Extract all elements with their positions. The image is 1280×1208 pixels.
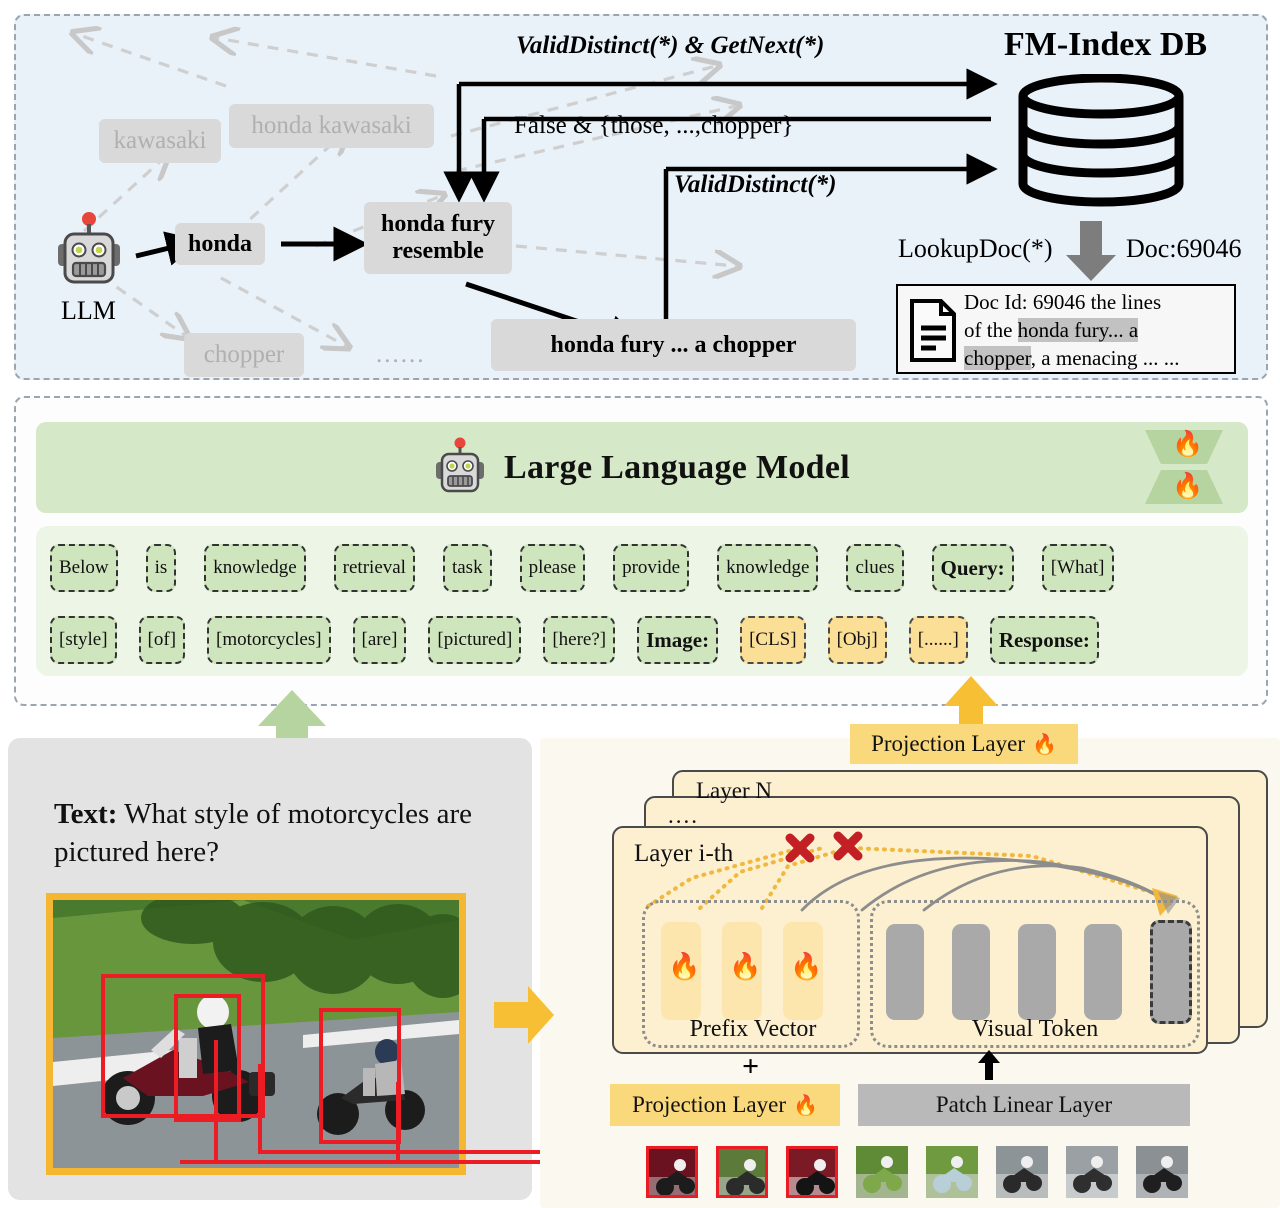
prefix-slot: 🔥	[722, 922, 762, 1020]
token-row-1: Below is knowledge retrieval task please provi…	[50, 544, 1142, 592]
llm-label: LLM	[61, 296, 116, 325]
prompt-token[interactable]: [Obj]	[827, 616, 887, 664]
image-patch	[646, 1146, 698, 1198]
retrieved-document-card: Doc Id: 69046 the lines of the honda fur…	[896, 284, 1236, 374]
visual-slot-attended	[1150, 920, 1192, 1024]
image-patch	[996, 1146, 1048, 1198]
beam-candidate-honda-kawasaki: honda kawasaki	[229, 104, 434, 148]
flame-icon: 🔥	[1172, 473, 1204, 500]
robot-icon	[54, 212, 124, 292]
beam-candidate-chopper: chopper	[184, 333, 304, 377]
lookup-doc-arrow-icon	[1066, 221, 1116, 281]
prompt-token[interactable]: [pictured]	[428, 616, 522, 664]
plus-marker: +	[742, 1050, 760, 1083]
document-icon	[910, 299, 956, 362]
image-patch	[716, 1146, 768, 1198]
prompt-token[interactable]: Response:	[989, 616, 1099, 664]
prompt-token[interactable]: [here?]	[543, 616, 616, 664]
beam-node-honda: honda	[175, 223, 265, 265]
image-patch	[1136, 1146, 1188, 1198]
token-row-2: [style] [of] [motorcycles] [are] [pictured] […	[50, 616, 1121, 664]
prompt-token[interactable]: [style]	[50, 616, 117, 664]
prompt-token[interactable]: [are]	[352, 616, 407, 664]
patch-linear-layer: Patch Linear Layer	[858, 1084, 1190, 1126]
fm-index-retrieval-panel: LLM kawasaki honda kawasaki chopper ....…	[14, 14, 1268, 380]
beam-candidate-kawasaki: kawasaki	[99, 119, 221, 163]
prompt-token[interactable]: please	[519, 544, 586, 592]
prompt-token[interactable]: Below	[50, 544, 118, 592]
input-image	[46, 893, 466, 1175]
flame-icon: 🔥	[668, 952, 701, 981]
beam-node-honda-fury-chopper: honda fury ... a chopper	[491, 319, 856, 371]
lookup-doc-label: LookupDoc(*)	[898, 234, 1053, 263]
llm-panel: Large Language Model 🔥 🔥 Below is knowledg…	[14, 396, 1268, 706]
layer-label-ellipsis: ....	[668, 803, 699, 828]
visual-slot	[1084, 924, 1122, 1020]
doc-line-1: Doc Id: 69046 the lines	[964, 290, 1162, 314]
image-patch	[1066, 1146, 1118, 1198]
prompt-token[interactable]: [of]	[138, 616, 186, 664]
prompt-token[interactable]: [What]	[1041, 544, 1114, 592]
prefix-slot: 🔥	[783, 922, 823, 1020]
fm-index-db-title: FM-Index DB	[1004, 26, 1208, 63]
image-patch	[786, 1146, 838, 1198]
llm-title: Large Language Model	[504, 448, 850, 486]
prompt-token[interactable]: knowledge	[717, 544, 819, 592]
image-patch-strip	[646, 1146, 1206, 1202]
edge-label-validdistinct: ValidDistinct(*)	[674, 171, 837, 198]
visual-slot	[886, 924, 924, 1020]
prompt-token[interactable]: clues	[846, 544, 904, 592]
prompt-token[interactable]: [motorcycles]	[207, 616, 331, 664]
input-text: Text: What style of motorcycles are pict…	[54, 796, 504, 871]
doc-line-3: chopper, a menacing ... ...	[964, 345, 1180, 370]
flame-icon: 🔥	[1172, 431, 1204, 458]
flame-icon: 🔥	[790, 952, 823, 981]
prompt-token[interactable]: Image:	[637, 616, 719, 664]
input-text-body: What style of motorcycles are pictured h…	[54, 798, 472, 868]
prefix-vector-label: Prefix Vector	[689, 1016, 817, 1042]
prompt-token[interactable]: is	[145, 544, 177, 592]
visual-token-label: Visual Token	[971, 1016, 1099, 1042]
layer-label-n: Layer N	[696, 778, 772, 803]
visual-slot	[1018, 924, 1056, 1020]
prompt-token[interactable]: provide	[613, 544, 690, 592]
prompt-token[interactable]: knowledge	[204, 544, 306, 592]
prompt-token[interactable]: [CLS]	[740, 616, 806, 664]
input-text-prefix: Text:	[54, 798, 118, 830]
trainable-badges: 🔥 🔥	[1139, 428, 1229, 508]
projection-layer-top: Projection Layer 🔥	[850, 724, 1078, 764]
image-patch	[856, 1146, 908, 1198]
prompt-token[interactable]: task	[442, 544, 492, 592]
database-cylinder-icon	[1016, 73, 1186, 209]
edge-label-false-set: False & {those, ...,chopper}	[514, 112, 794, 139]
prefix-slot: 🔥	[661, 922, 701, 1020]
flame-icon: 🔥	[729, 952, 762, 981]
prompt-token[interactable]: [......]	[908, 616, 968, 664]
projection-layer-bottom: Projection Layer 🔥	[610, 1084, 840, 1126]
layer-label-i: Layer i-th	[634, 840, 734, 867]
large-language-model-band: Large Language Model	[36, 422, 1248, 513]
doc-line-2: of the honda fury... a	[964, 317, 1139, 342]
flame-icon: 🔥	[1032, 733, 1057, 756]
beam-node-honda-fury-resemble: honda fury resemble	[364, 202, 512, 274]
image-patch	[926, 1146, 978, 1198]
robot-icon	[434, 437, 486, 499]
motorcycle-photo	[53, 900, 459, 1168]
doc-id-label: Doc:69046	[1126, 234, 1242, 263]
prompt-token[interactable]: retrieval	[333, 544, 415, 592]
flame-icon: 🔥	[793, 1094, 818, 1117]
visual-slot	[952, 924, 990, 1020]
beam-candidate-ellipsis: ......	[376, 341, 426, 368]
prompt-token-band: Below is knowledge retrieval task please provi…	[36, 526, 1248, 676]
edge-label-validdistinct-getnext: ValidDistinct(*) & GetNext(*)	[516, 32, 825, 59]
prompt-token[interactable]: Query:	[931, 544, 1014, 592]
